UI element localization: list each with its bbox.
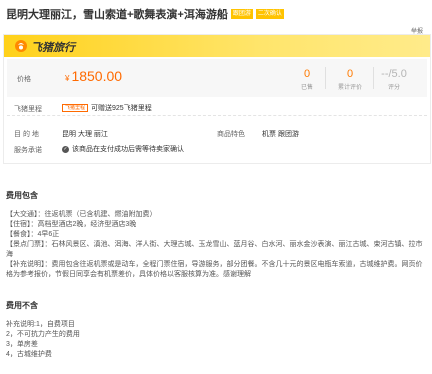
mileage-text: 可赠送925飞猪里程 bbox=[91, 105, 152, 112]
service-text: 该商品在支付成功后需等待卖家确认 bbox=[72, 146, 184, 153]
mileage-tag: 飞猪里程 bbox=[62, 104, 89, 113]
stat-rating: --/5.0 评分 bbox=[377, 68, 411, 91]
currency-symbol: ¥ bbox=[65, 74, 70, 83]
product-card: 飞猪旅行 价格 ¥1850.00 0 已售 0 累计评价 --/5.0 评分 飞… bbox=[3, 34, 431, 164]
fee-excluded-line: 补充说明:1，自费项目 bbox=[6, 321, 75, 328]
price-label: 价格 bbox=[17, 76, 31, 83]
fee-excluded-title: 费用不含 bbox=[6, 301, 38, 310]
features-label: 商品特色 bbox=[217, 131, 245, 138]
stat-reviews-num: 0 bbox=[346, 68, 354, 80]
fee-included-title: 费用包含 bbox=[6, 191, 38, 200]
fee-included-line: 【景点门票】：石林风景区、滇池、洱海、洋人街、大理古城、玉龙雪山、蓝月谷、白水河… bbox=[6, 241, 423, 258]
features-value: 机票 跟团游 bbox=[262, 131, 299, 138]
stat-reviews-label: 累计评价 bbox=[337, 85, 362, 91]
fee-included-content: 【大交通】：往返机票（已含机建、燃油附加费） 【住宿】：高档型酒店2晚，经济型酒… bbox=[6, 210, 426, 280]
price-panel: 价格 ¥1850.00 0 已售 0 累计评价 --/5.0 评分 bbox=[7, 59, 427, 97]
title-row: 昆明大理丽江，雪山索道+歌舞表演+洱海游船 跟团游 二次确认 bbox=[6, 6, 284, 22]
tag-second-confirm: 二次确认 bbox=[255, 9, 284, 19]
mileage-label: 飞猪里程 bbox=[14, 106, 42, 113]
service-promise: ✓ 该商品在支付成功后需等待卖家确认 bbox=[62, 144, 184, 154]
check-circle-icon: ✓ bbox=[62, 145, 69, 153]
fee-excluded-line: 2，不可抗力产生的费用 bbox=[6, 331, 80, 338]
stat-divider bbox=[325, 67, 326, 89]
brand-bar: 飞猪旅行 bbox=[4, 35, 430, 57]
mileage-info: 飞猪里程 可赠送925飞猪里程 bbox=[62, 103, 152, 113]
destination-value: 昆明 大理 丽江 bbox=[62, 131, 108, 138]
service-label: 服务承诺 bbox=[14, 147, 42, 154]
product-title: 昆明大理丽江，雪山索道+歌舞表演+洱海游船 bbox=[6, 9, 228, 21]
fee-excluded-line: 3，单房差 bbox=[6, 341, 38, 348]
stat-sold: 0 已售 bbox=[291, 68, 323, 91]
fee-excluded-line: 4，古城维护费 bbox=[6, 351, 52, 358]
fee-included-line: 【大交通】：往返机票（已含机建、燃油附加费） bbox=[6, 211, 157, 218]
fee-included-line: 【补充说明】：费用包含往返机票或是动车，全程门票住宿，导游服务，部分团餐。不含几… bbox=[6, 261, 423, 278]
fliggy-logo-icon bbox=[15, 40, 27, 52]
divider bbox=[7, 115, 427, 116]
tag-group-tour: 跟团游 bbox=[230, 9, 253, 19]
fee-included-line: 【住宿】：高档型酒店2晚，经济型酒店3晚 bbox=[6, 221, 137, 228]
destination-label: 目 的 地 bbox=[14, 131, 39, 138]
stat-rating-label: 评分 bbox=[387, 85, 400, 91]
stat-rating-num: --/5.0 bbox=[381, 68, 407, 80]
price-amount: 1850.00 bbox=[71, 68, 123, 84]
price-value: ¥1850.00 bbox=[65, 68, 122, 84]
brand-name: 飞猪旅行 bbox=[31, 42, 75, 54]
stat-sold-label: 已售 bbox=[300, 85, 313, 91]
fee-excluded-content: 补充说明:1，自费项目 2，不可抗力产生的费用 3，单房差 4，古城维护费 bbox=[6, 320, 426, 360]
fee-included-line: 【餐食】：4早6正 bbox=[6, 231, 60, 238]
stat-sold-num: 0 bbox=[303, 68, 311, 80]
stat-divider bbox=[373, 67, 374, 89]
stat-reviews[interactable]: 0 累计评价 bbox=[329, 68, 371, 91]
